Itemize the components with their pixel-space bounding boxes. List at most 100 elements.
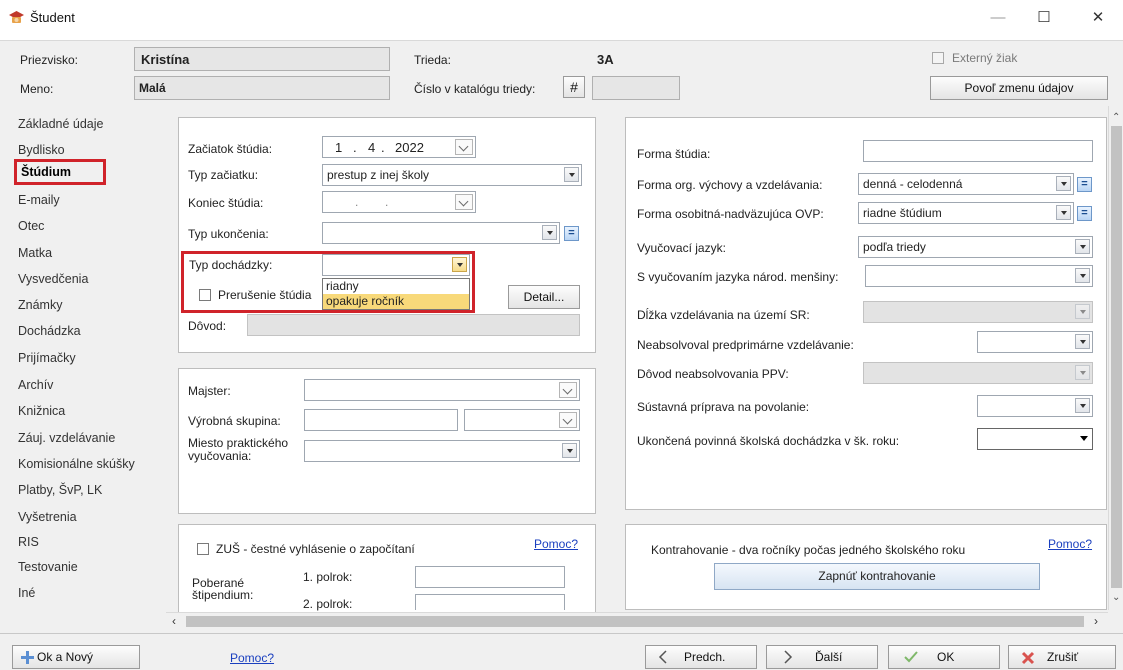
close-icon: ✕ [1091,9,1105,26]
sidebar-item-matka[interactable]: Matka [18,246,52,260]
majster-label: Majster: [188,384,231,398]
jazyk-select[interactable]: podľa triedy [858,236,1093,258]
horizontal-scroll-thumb[interactable] [186,616,1084,627]
sidebar-item-komisionalne-skusky[interactable]: Komisionálne skúšky [18,457,135,471]
sidebar-item-archiv[interactable]: Archív [18,378,53,392]
sidebar-item-ine[interactable]: Iné [18,586,35,600]
close-button[interactable]: ✕ [1075,2,1121,34]
zus-help-link[interactable]: Pomoc? [534,537,578,551]
predch-button[interactable]: Predch. [645,645,757,669]
vertical-scrollbar[interactable]: ⌃ ⌄ [1108,106,1123,610]
sidebar-item-zauj-vzdelavanie[interactable]: Záuj. vzdelávanie [18,431,115,445]
sidebar-item-testovanie[interactable]: Testovanie [18,560,78,574]
dropdown-arrow-icon [1075,365,1090,380]
forma-studia-field[interactable] [863,140,1093,162]
polrok2-field[interactable] [415,594,565,610]
catalog-number-button[interactable]: # [563,76,585,98]
dropdown-arrow-icon [1056,205,1071,220]
sidebar-item-vysvedcenia[interactable]: Vysvedčenia [18,272,88,286]
zaciatok-studia-date[interactable]: 1 . 4 . 2022 [322,136,476,158]
zrusit-button[interactable]: Zrušiť [1008,645,1116,669]
vyrobna-skupina-field[interactable] [304,409,458,431]
forma-osob-value: riadne štúdium [863,206,942,220]
detail-button[interactable]: Detail... [508,285,580,309]
typ-dochadzky-select[interactable] [322,254,470,276]
vyrobna-dropdown-button[interactable] [559,412,577,428]
forma-osob-equals-button[interactable]: = [1077,206,1092,221]
mensiny-select[interactable] [865,265,1093,287]
date-picker-button[interactable] [455,194,473,210]
zapnut-kontrahovanie-button[interactable]: Zapnúť kontrahovanie [714,563,1040,590]
sidebar-item-dochadzka[interactable]: Dochádzka [18,324,81,338]
chevron-down-icon [458,141,469,152]
predch-label: Predch. [684,650,726,664]
catalog-number-field[interactable] [592,76,680,100]
miesto-select[interactable] [304,440,580,462]
minimize-button[interactable]: — [975,2,1021,34]
forma-org-equals-button[interactable]: = [1077,177,1092,192]
typ-zaciatku-select[interactable]: prestup z inej školy [322,164,582,186]
meno-field[interactable]: Malá [134,76,390,100]
vyrobna-skupina-select[interactable] [464,409,580,431]
sidebar-item-e-maily[interactable]: E-maily [18,193,60,207]
trieda-label: Trieda: [414,53,451,67]
priezvisko-field[interactable]: Kristína [134,47,390,71]
ok-button[interactable]: OK [888,645,1000,669]
scroll-down-icon[interactable]: ⌄ [1112,592,1120,603]
sidebar-item-studium[interactable]: Štúdium [21,165,71,179]
option-riadny[interactable]: riadny [323,279,469,294]
typ-zaciatku-value: prestup z inej školy [327,168,430,182]
forma-osob-select[interactable]: riadne štúdium [858,202,1074,224]
dalsi-button[interactable]: Ďalší [766,645,878,669]
povol-zmenu-button[interactable]: Povoľ zmenu údajov [930,76,1108,100]
vyrobna-skupina-label: Výrobná skupina: [188,414,281,428]
chevron-down-icon [562,384,573,395]
dropdown-arrow-icon [1075,304,1090,319]
chevron-down-icon [562,414,573,425]
scroll-right-icon[interactable]: › [1094,614,1098,628]
polrok1-field[interactable] [415,566,565,588]
prerusenie-checkbox[interactable] [199,289,211,301]
sidebar-item-ris[interactable]: RIS [18,535,39,549]
dropdown-arrow-icon [452,257,467,272]
sidebar-item-vysetrenia[interactable]: Vyšetrenia [18,510,77,524]
detail-label: Detail... [523,290,565,304]
zus-checkbox[interactable] [197,543,209,555]
sidebar-item-zakladne-udaje[interactable]: Základné údaje [18,117,103,131]
koniec-studia-date[interactable]: . . [322,191,476,213]
typ-ukoncenia-select[interactable] [322,222,560,244]
sidebar-item-prijimacky[interactable]: Prijímačky [18,351,76,365]
dovod-ppv-select[interactable] [863,362,1093,384]
maximize-button[interactable]: ☐ [1021,2,1067,34]
externy-ziak-checkbox[interactable] [932,52,944,64]
ukoncena-select[interactable] [977,428,1093,450]
dropdown-arrow-icon [1075,239,1090,254]
sustavna-select[interactable] [977,395,1093,417]
dlzka-select[interactable] [863,301,1093,323]
date-picker-button[interactable] [455,139,473,155]
kontrahovanie-help-link[interactable]: Pomoc? [1048,537,1092,551]
forma-org-select[interactable]: denná - celodenná [858,173,1074,195]
dovod-field[interactable] [247,314,580,336]
majster-select[interactable] [304,379,580,401]
majster-dropdown-button[interactable] [559,382,577,398]
sidebar-item-platby[interactable]: Platby, ŠvP, LK [18,483,102,497]
sidebar-item-znamky[interactable]: Známky [18,298,62,312]
sidebar-item-bydlisko[interactable]: Bydlisko [18,143,65,157]
sidebar-item-otec[interactable]: Otec [18,219,44,233]
typ-ukoncenia-equals-button[interactable]: = [564,226,579,241]
typ-dochadzky-label: Typ dochádzky: [189,258,273,272]
scroll-left-icon[interactable]: ‹ [172,614,176,628]
povol-zmenu-label: Povoľ zmenu údajov [964,81,1074,95]
ok-a-novy-button[interactable]: Ok a Nový [12,645,140,669]
scroll-up-icon[interactable]: ⌃ [1112,112,1120,123]
horizontal-scrollbar[interactable]: ‹ › [166,612,1108,629]
vertical-scroll-thumb[interactable] [1111,126,1122,588]
sidebar-item-kniznica[interactable]: Knižnica [18,404,65,418]
neabsolvoval-select[interactable] [977,331,1093,353]
dropdown-arrow-icon [1056,176,1071,191]
option-opakuje-rocnik[interactable]: opakuje ročník [323,294,469,309]
date-month: 4 [368,140,376,155]
sustavna-label: Sústavná príprava na povolanie: [637,400,810,414]
footer-help-link[interactable]: Pomoc? [230,651,274,665]
